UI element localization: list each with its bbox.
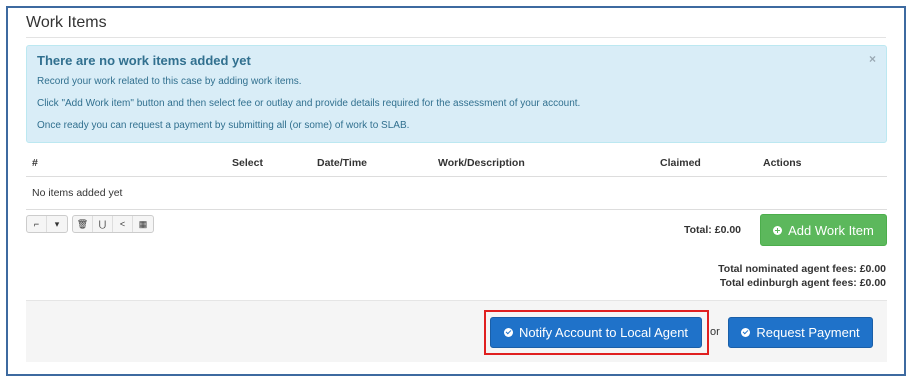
edinburgh-fees-label: Total edinburgh agent fees: xyxy=(719,277,857,289)
nominated-fees-label: Total nominated agent fees: xyxy=(718,263,857,275)
request-payment-label: Request Payment xyxy=(756,325,860,340)
plus-circle-icon xyxy=(773,225,783,235)
total-value: £0.00 xyxy=(714,224,742,236)
add-work-item-label: Add Work Item xyxy=(788,222,874,238)
total-label: Total: xyxy=(684,224,712,236)
alert-line: Click "Add Work item" button and then se… xyxy=(37,98,581,109)
request-payment-button[interactable]: Request Payment xyxy=(728,317,873,348)
work-items-table: # Select Date/Time Work/Description Clai… xyxy=(26,150,887,210)
agent-fees-summary: Total nominated agent fees: £0.00 Total … xyxy=(718,262,886,290)
check-circle-icon xyxy=(503,328,513,337)
table-row: No items added yet xyxy=(26,176,887,210)
column-header-number: # xyxy=(26,150,226,177)
notify-button-label: Notify Account to Local Agent xyxy=(518,325,689,340)
checkbox-icon[interactable]: ⌐ xyxy=(27,216,47,232)
add-work-item-button[interactable]: Add Work Item xyxy=(760,214,887,246)
select-dropdown[interactable]: ⌐ ▾ xyxy=(26,215,68,233)
empty-table-message: No items added yet xyxy=(26,176,887,210)
grid-icon[interactable]: ▦ xyxy=(133,216,153,232)
or-separator: or xyxy=(710,326,720,338)
nominated-fees-value: £0.00 xyxy=(859,263,886,275)
title-divider xyxy=(26,37,886,38)
alert-line: Record your work related to this case by… xyxy=(37,76,302,87)
trash-icon[interactable]: 🗑 xyxy=(73,216,93,232)
alert-line: Once ready you can request a payment by … xyxy=(37,120,410,131)
check-circle-icon xyxy=(741,328,751,337)
merge-icon[interactable]: ⋃ xyxy=(93,216,113,232)
bulk-action-toolbar: ⌐ ▾ 🗑 ⋃ < ▦ xyxy=(26,215,154,233)
caret-down-icon[interactable]: ▾ xyxy=(47,216,67,232)
column-header-claimed: Claimed xyxy=(654,150,757,177)
action-button-group: 🗑 ⋃ < ▦ xyxy=(72,215,154,233)
column-header-datetime: Date/Time xyxy=(311,150,432,177)
edinburgh-agent-fees: Total edinburgh agent fees: £0.00 xyxy=(718,276,886,290)
alert-title: There are no work items added yet xyxy=(37,53,251,68)
share-icon[interactable]: < xyxy=(113,216,133,232)
total-summary: Total: £0.00 xyxy=(684,224,741,236)
info-alert: × There are no work items added yet Reco… xyxy=(26,45,887,143)
close-icon[interactable]: × xyxy=(869,52,876,66)
column-header-actions: Actions xyxy=(757,150,887,177)
nominated-agent-fees: Total nominated agent fees: £0.00 xyxy=(718,262,886,276)
table-header-row: # Select Date/Time Work/Description Clai… xyxy=(26,150,887,177)
edinburgh-fees-value: £0.00 xyxy=(859,277,886,289)
work-items-panel: Work Items × There are no work items add… xyxy=(6,6,906,376)
panel-title: Work Items xyxy=(26,14,107,31)
notify-local-agent-button[interactable]: Notify Account to Local Agent xyxy=(490,317,702,348)
column-header-select: Select xyxy=(226,150,311,177)
column-header-description: Work/Description xyxy=(432,150,654,177)
